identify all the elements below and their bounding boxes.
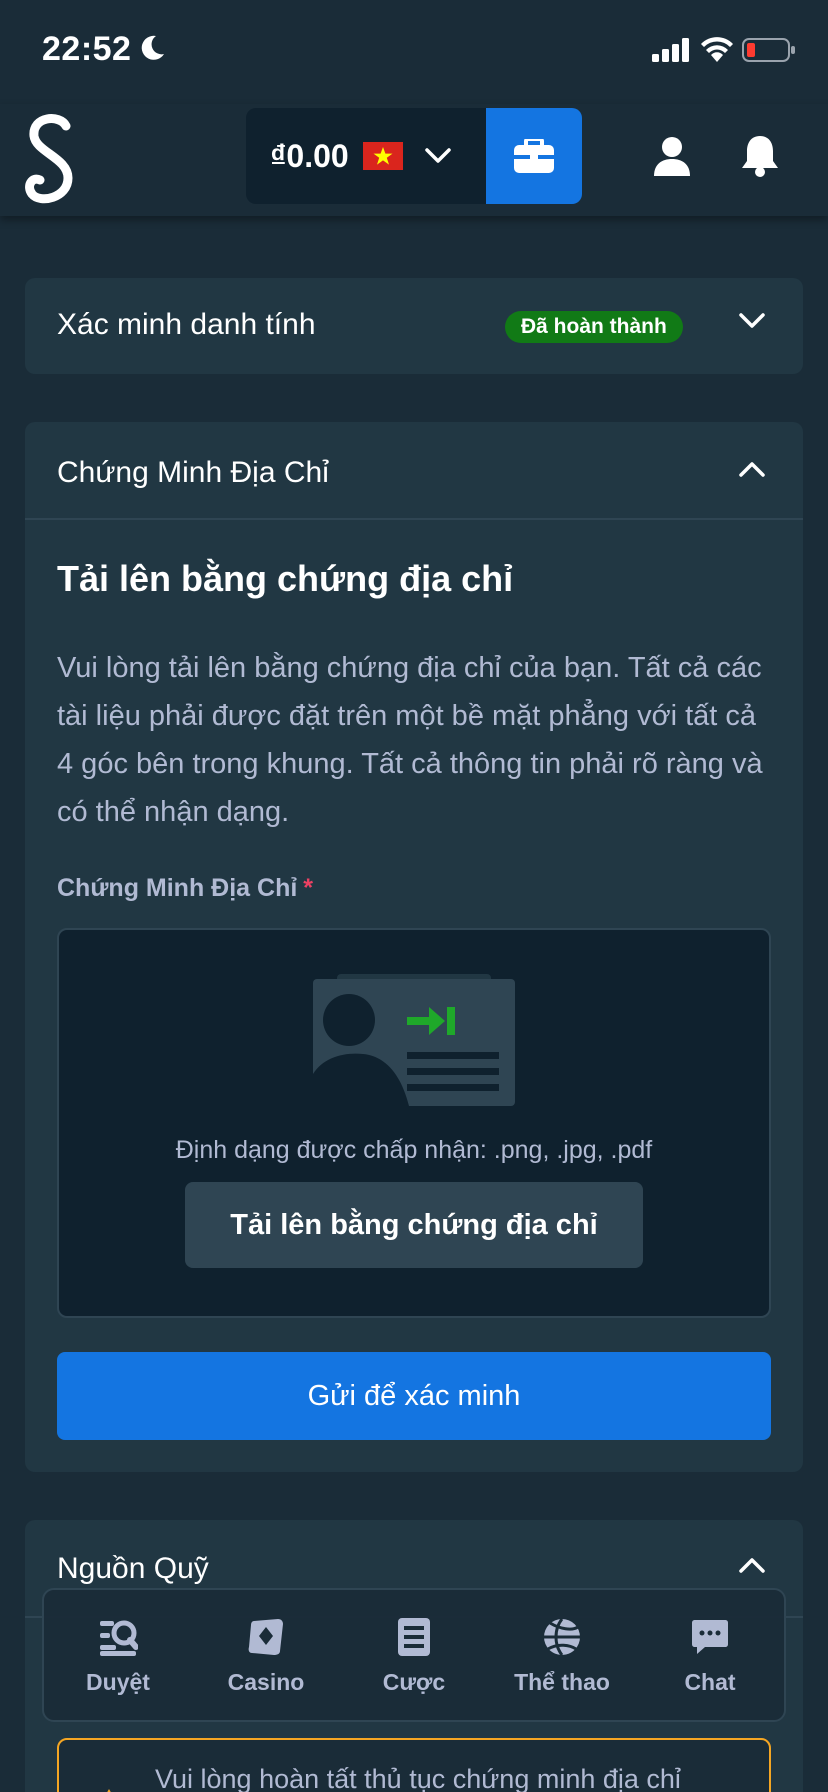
wifi-icon [701, 37, 733, 62]
status-time: 22:52 [42, 30, 132, 68]
vietnam-flag-icon [362, 142, 403, 170]
balance-dropdown[interactable]: ₫0.00 [246, 108, 486, 204]
bottom-navigation: Duyệt Casino Cược Thể thao Chat [42, 1588, 786, 1722]
nav-chat[interactable]: Chat [640, 1615, 780, 1696]
balance-amount: ₫0.00 [270, 137, 349, 174]
address-card-title[interactable]: Chứng Minh Địa Chỉ [57, 456, 329, 490]
upload-button[interactable]: Tải lên bằng chứng địa chỉ [185, 1182, 643, 1268]
nav-sports[interactable]: Thể thao [492, 1615, 632, 1696]
warning-icon [107, 1789, 111, 1792]
wallet-button[interactable] [486, 108, 582, 204]
section-heading: Tải lên bằng chứng địa chỉ [57, 558, 514, 599]
chevron-down-icon [424, 148, 451, 163]
nav-label: Casino [227, 1668, 305, 1695]
nav-label: Thể thao [514, 1668, 610, 1695]
nav-casino[interactable]: Casino [196, 1615, 336, 1696]
section-description: Vui lòng tải lên bằng chứng địa chỉ của … [57, 652, 763, 828]
nav-browse[interactable]: Duyệt [48, 1615, 188, 1696]
status-badge: Đã hoàn thành [505, 311, 683, 343]
required-mark: * [303, 874, 314, 902]
status-bar: 22:52 [0, 0, 828, 104]
id-document-illustration [313, 974, 515, 1106]
nav-label: Cược [382, 1668, 446, 1695]
funds-card-title[interactable]: Nguồn Quỹ [57, 1552, 209, 1586]
wallet-selector: ₫0.00 [246, 108, 582, 204]
upload-dropzone[interactable]: Định dạng được chấp nhận: .png, .jpg, .p… [57, 928, 771, 1318]
nav-label: Chat [684, 1668, 736, 1695]
nav-bets[interactable]: Cược [344, 1615, 484, 1696]
identity-verification-card[interactable]: Xác minh danh tính Đã hoàn thành [25, 278, 803, 374]
accepted-formats: Định dạng được chấp nhận: .png, .jpg, .p… [175, 1136, 653, 1164]
moon-icon [141, 35, 164, 60]
nav-label: Duyệt [86, 1668, 150, 1695]
basketball-icon [544, 1617, 580, 1656]
warning-text: Vui lòng hoàn tất thủ tục chứng minh địa… [155, 1764, 681, 1792]
stake-s-logo[interactable] [24, 114, 76, 206]
chevron-up-icon[interactable] [739, 1556, 765, 1574]
cellular-signal-icon [652, 38, 689, 62]
identity-card-title: Xác minh danh tính [57, 308, 316, 341]
submit-verification-button[interactable]: Gửi để xác minh [57, 1352, 771, 1440]
bell-icon[interactable] [740, 134, 780, 178]
divider [25, 518, 803, 520]
user-icon[interactable] [652, 136, 692, 176]
proof-of-address-card: Chứng Minh Địa Chỉ Tải lên bằng chứng đị… [25, 422, 803, 1472]
top-header: ₫0.00 [0, 104, 828, 216]
casino-cards-icon [248, 1618, 283, 1655]
bet-slip-icon [398, 1617, 430, 1656]
browse-icon [100, 1620, 138, 1656]
battery-icon [742, 38, 795, 62]
chevron-down-icon[interactable] [739, 312, 765, 330]
chat-icon [692, 1619, 728, 1654]
chevron-up-icon[interactable] [739, 460, 765, 478]
wallet-icon [514, 139, 554, 173]
warning-notice: Vui lòng hoàn tất thủ tục chứng minh địa… [57, 1738, 771, 1792]
field-label: Chứng Minh Địa Chỉ * [57, 874, 313, 903]
field-label-text: Chứng Minh Địa Chỉ [57, 874, 298, 902]
